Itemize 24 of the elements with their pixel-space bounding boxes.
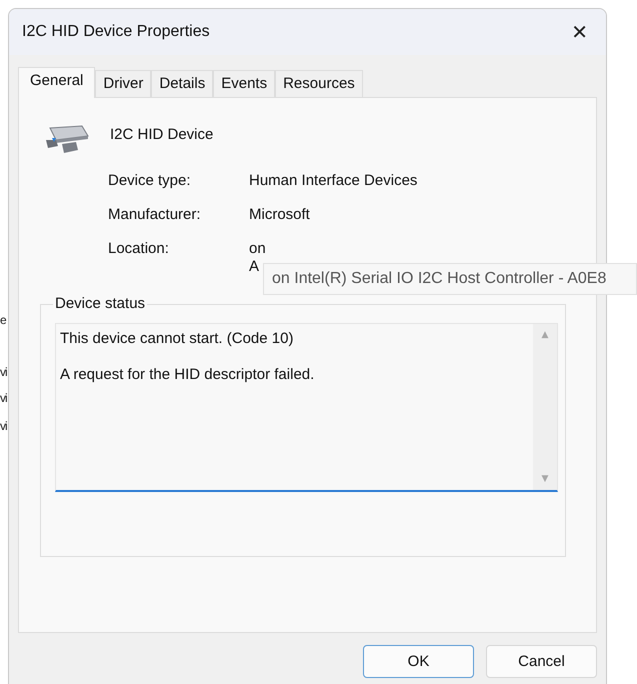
dialog-button[interactable]: OK [363, 645, 474, 678]
tab[interactable]: Events [213, 70, 276, 97]
property-value: Microsoft [249, 206, 310, 224]
tab[interactable]: General [18, 67, 96, 98]
property-label: Location: [108, 240, 170, 259]
property-value: Human Interface Devices [249, 172, 418, 190]
property-label: Manufacturer: [108, 206, 202, 224]
device-name: I2C HID Device [110, 126, 214, 142]
status-message: A request for the HID descriptor failed. [60, 366, 316, 383]
status-message: This device cannot start. (Code 10) [60, 330, 294, 347]
window-title: I2C HID Device Properties [22, 23, 210, 41]
background-text: vi [0, 419, 7, 433]
property-label: Device type: [108, 172, 192, 190]
background-text: vi [0, 391, 7, 405]
background-text: e [0, 313, 6, 327]
dialog-button[interactable]: Cancel [486, 645, 597, 678]
background-text: vi [0, 365, 7, 379]
tab[interactable]: Details [151, 70, 214, 97]
tooltip: on Intel(R) Serial IO I2C Host Controller - A0E8 [263, 263, 637, 295]
property-value: on [249, 240, 266, 258]
close-button[interactable]: ✕ [563, 16, 596, 48]
tab[interactable]: Driver [95, 70, 152, 97]
property-value: A [249, 258, 260, 276]
tab[interactable]: Resources [275, 70, 363, 97]
